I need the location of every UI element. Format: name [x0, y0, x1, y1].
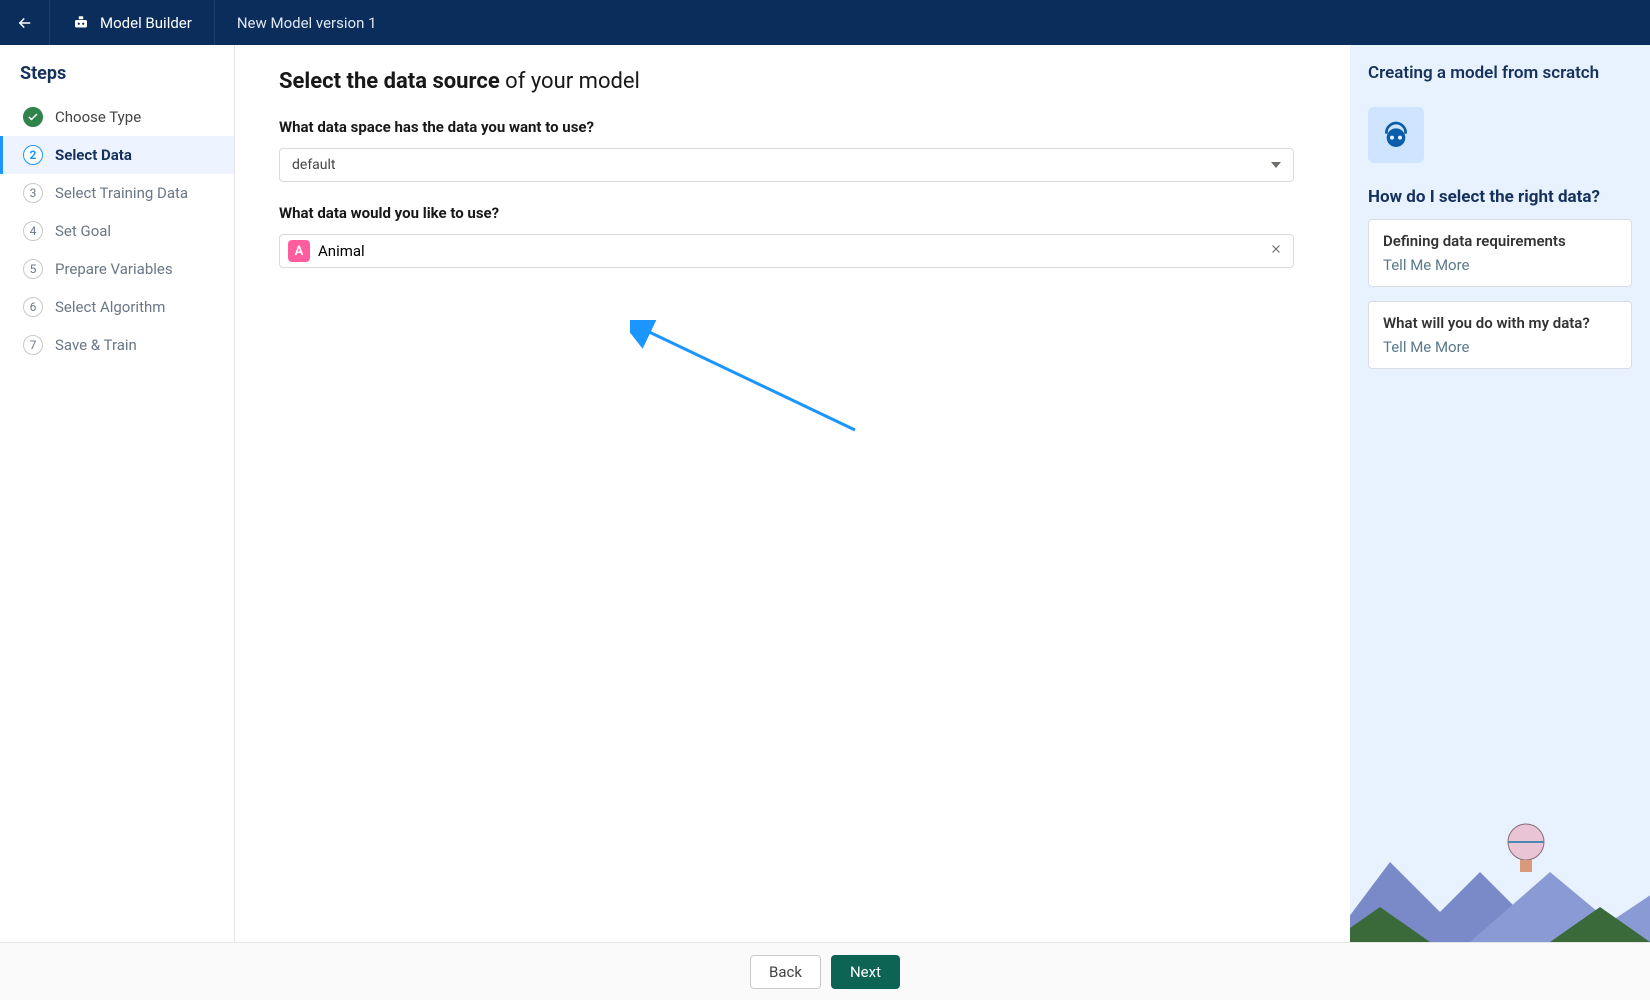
arrow-left-icon [16, 14, 34, 32]
step-number: 4 [23, 221, 43, 241]
entity-icon: A [288, 240, 310, 262]
check-icon [23, 107, 43, 127]
step-label: Select Training Data [55, 184, 188, 202]
annotation-arrow [630, 320, 880, 450]
footer-actions: Back Next [0, 942, 1650, 1000]
app-header: Model Builder New Model version 1 [0, 0, 1650, 45]
app-name-block: Model Builder [50, 0, 215, 45]
step-number: 7 [23, 335, 43, 355]
step-select-algorithm[interactable]: 6 Select Algorithm [0, 288, 234, 326]
step-prepare-variables[interactable]: 5 Prepare Variables [0, 250, 234, 288]
step-number: 6 [23, 297, 43, 317]
step-label: Prepare Variables [55, 260, 173, 278]
help-card-requirements: Defining data requirements Tell Me More [1368, 219, 1632, 287]
next-button[interactable]: Next [831, 955, 900, 989]
decoration-mountains [1350, 812, 1650, 942]
clear-button[interactable] [1269, 242, 1283, 260]
robot-icon [72, 14, 90, 32]
back-button[interactable]: Back [750, 955, 821, 989]
step-select-training-data[interactable]: 3 Select Training Data [0, 174, 234, 212]
help-title: Creating a model from scratch [1368, 63, 1632, 83]
chevron-down-icon [1271, 162, 1281, 168]
label-data-space: What data space has the data you want to… [279, 118, 1306, 136]
label-data: What data would you like to use? [279, 204, 1306, 222]
steps-sidebar: Steps Choose Type 2 Select Data 3 Select… [0, 45, 235, 942]
step-label: Set Goal [55, 222, 111, 240]
step-label: Choose Type [55, 108, 141, 126]
data-value: Animal [318, 242, 365, 260]
back-arrow-button[interactable] [0, 0, 50, 45]
page-title: New Model version 1 [215, 14, 399, 32]
data-space-value: default [292, 157, 336, 173]
tell-me-more-link[interactable]: Tell Me More [1383, 256, 1617, 274]
step-number: 2 [23, 145, 43, 165]
step-label: Save & Train [55, 336, 137, 354]
step-label: Select Algorithm [55, 298, 165, 316]
step-number: 5 [23, 259, 43, 279]
step-choose-type[interactable]: Choose Type [0, 98, 234, 136]
tell-me-more-link[interactable]: Tell Me More [1383, 338, 1617, 356]
app-name: Model Builder [100, 14, 192, 32]
help-panel: Creating a model from scratch How do I s… [1350, 45, 1650, 942]
data-space-select[interactable]: default [279, 148, 1294, 182]
help-card-data-usage: What will you do with my data? Tell Me M… [1368, 301, 1632, 369]
main-heading: Select the data source of your model [279, 69, 1306, 94]
step-set-goal[interactable]: 4 Set Goal [0, 212, 234, 250]
data-input[interactable]: A Animal [279, 234, 1294, 268]
help-subheading: How do I select the right data? [1368, 187, 1632, 207]
main-content: Select the data source of your model Wha… [235, 45, 1350, 942]
help-card-title: What will you do with my data? [1383, 314, 1617, 332]
mascot-icon [1368, 107, 1424, 163]
step-save-train[interactable]: 7 Save & Train [0, 326, 234, 364]
step-number: 3 [23, 183, 43, 203]
step-select-data[interactable]: 2 Select Data [0, 136, 234, 174]
close-icon [1269, 242, 1283, 256]
help-card-title: Defining data requirements [1383, 232, 1617, 250]
sidebar-heading: Steps [0, 59, 234, 98]
step-label: Select Data [55, 146, 132, 164]
